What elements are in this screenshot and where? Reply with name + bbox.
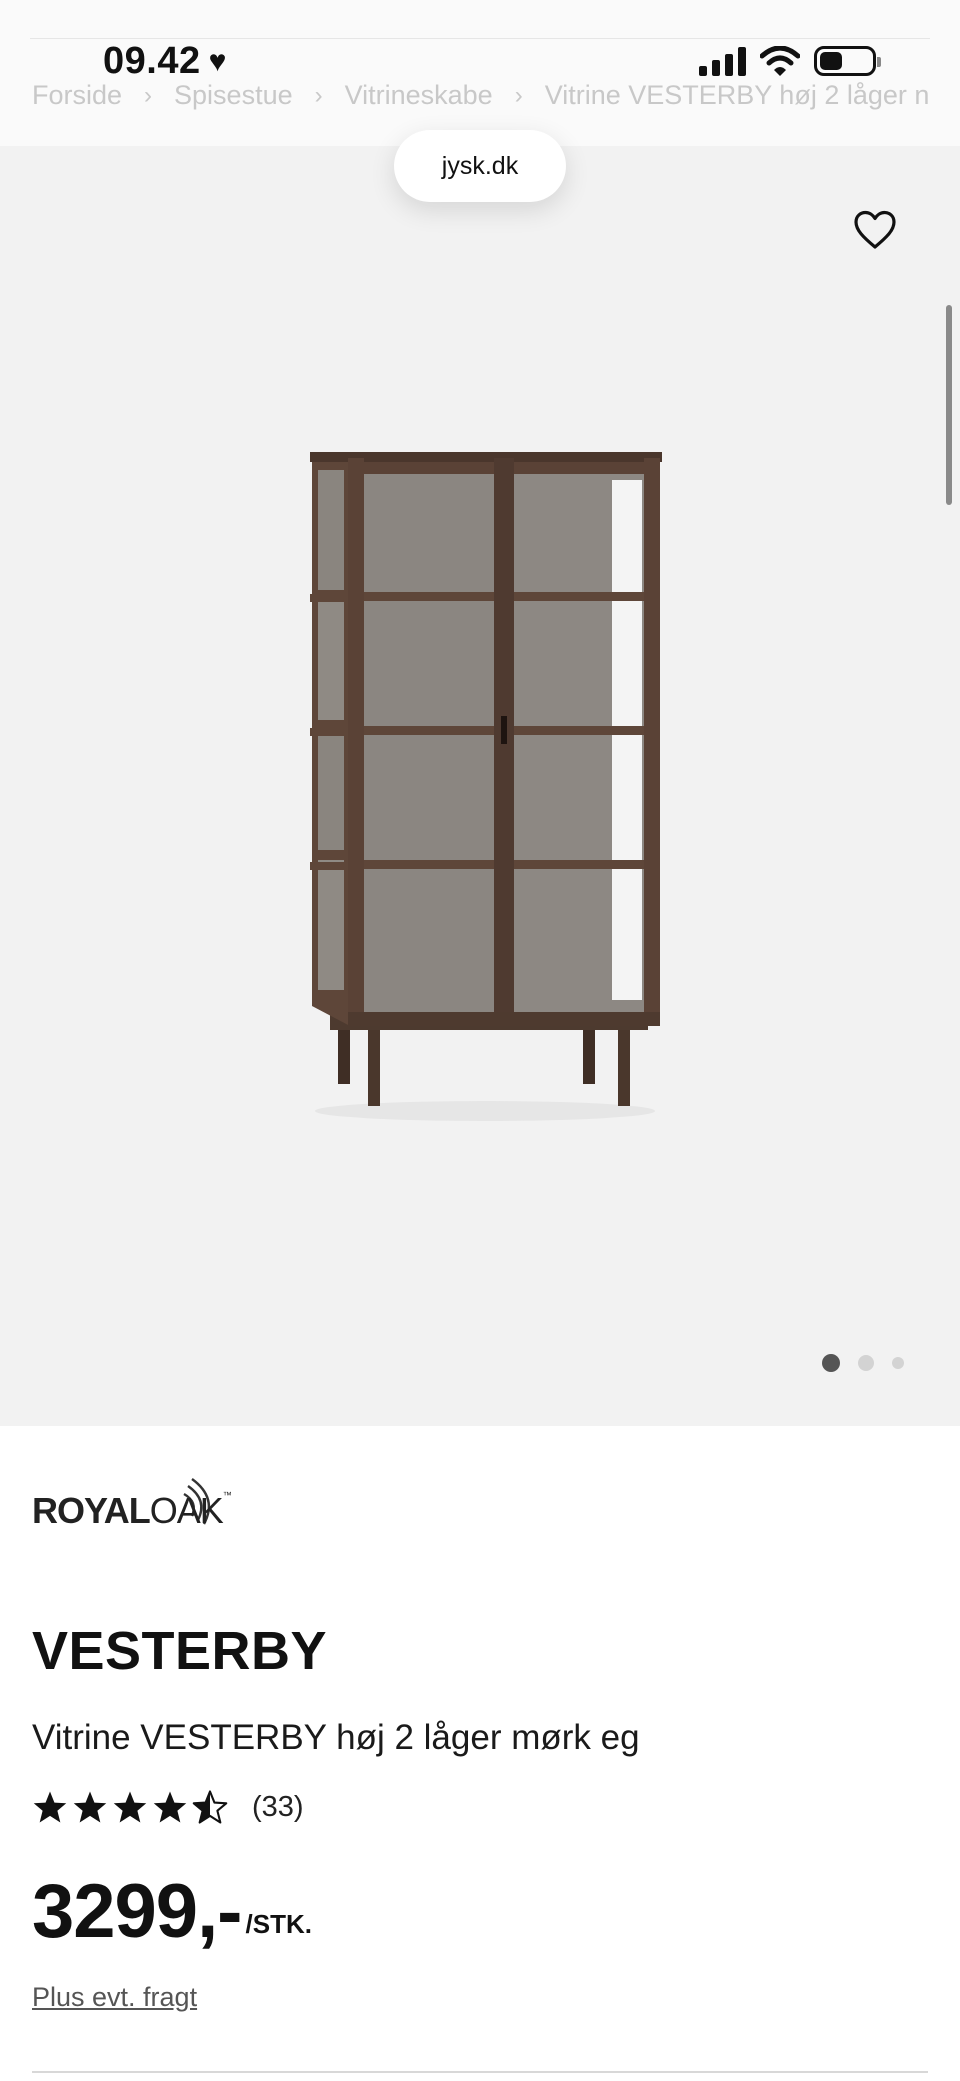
heart-outline-icon[interactable] xyxy=(853,210,897,250)
carousel-dots xyxy=(822,1354,904,1372)
star-filled-icon xyxy=(153,1791,187,1823)
product-title: VESTERBY xyxy=(32,1621,328,1681)
rating-count[interactable]: (33) xyxy=(252,1791,304,1824)
product-subtitle: Vitrine VESTERBY høj 2 låger mørk eg xyxy=(32,1718,640,1757)
price-row: 3299,- /STK. xyxy=(32,1874,312,1950)
carousel-dot-1[interactable] xyxy=(822,1354,840,1372)
shipping-link[interactable]: Plus evt. fragt xyxy=(32,1982,197,2013)
star-filled-icon xyxy=(113,1791,147,1823)
star-filled-icon xyxy=(73,1791,107,1823)
brand-logo[interactable]: ROYALOAK™ xyxy=(32,1478,232,1538)
signal-icon xyxy=(699,46,746,76)
star-half-icon xyxy=(192,1790,228,1824)
chevron-right-icon: › xyxy=(514,81,523,109)
status-divider xyxy=(30,38,930,39)
status-icons xyxy=(699,46,881,76)
brand-text: ROYALOAK™ xyxy=(32,1490,232,1532)
wifi-icon xyxy=(760,46,800,76)
status-time: 09.42 ♥ xyxy=(103,40,227,83)
product-image-cabinet xyxy=(310,452,662,1121)
battery-icon xyxy=(814,46,881,76)
status-bar: 09.42 ♥ xyxy=(0,0,960,146)
heart-filled-icon: ♥ xyxy=(208,44,227,78)
chevron-right-icon: › xyxy=(314,81,323,109)
brand-name-oak: OAK xyxy=(149,1490,224,1531)
carousel-dot-3[interactable] xyxy=(892,1357,904,1369)
section-divider xyxy=(32,2071,928,2073)
breadcrumb-item-forside[interactable]: Forside xyxy=(32,80,122,111)
breadcrumb-item-spisestue[interactable]: Spisestue xyxy=(174,80,293,111)
breadcrumb-item-current: Vitrine VESTERBY høj 2 låger n xyxy=(544,80,930,110)
product-rating[interactable]: (33) xyxy=(32,1790,304,1824)
scrollbar[interactable] xyxy=(946,305,952,505)
time-text: 09.42 xyxy=(103,40,201,82)
product-price: 3299,- xyxy=(32,1869,242,1954)
breadcrumb: Forside › Spisestue › Vitrineskabe › Vit… xyxy=(32,80,930,111)
chevron-right-icon: › xyxy=(144,81,153,109)
price-unit: /STK. xyxy=(245,1909,312,1939)
star-filled-icon xyxy=(33,1791,67,1823)
brand-name-royal: ROYAL xyxy=(32,1490,151,1531)
url-bar[interactable]: jysk.dk xyxy=(394,130,566,202)
trademark-mark: ™ xyxy=(222,1490,232,1500)
breadcrumb-item-vitrineskabe[interactable]: Vitrineskabe xyxy=(345,80,493,111)
carousel-dot-2[interactable] xyxy=(858,1355,874,1371)
